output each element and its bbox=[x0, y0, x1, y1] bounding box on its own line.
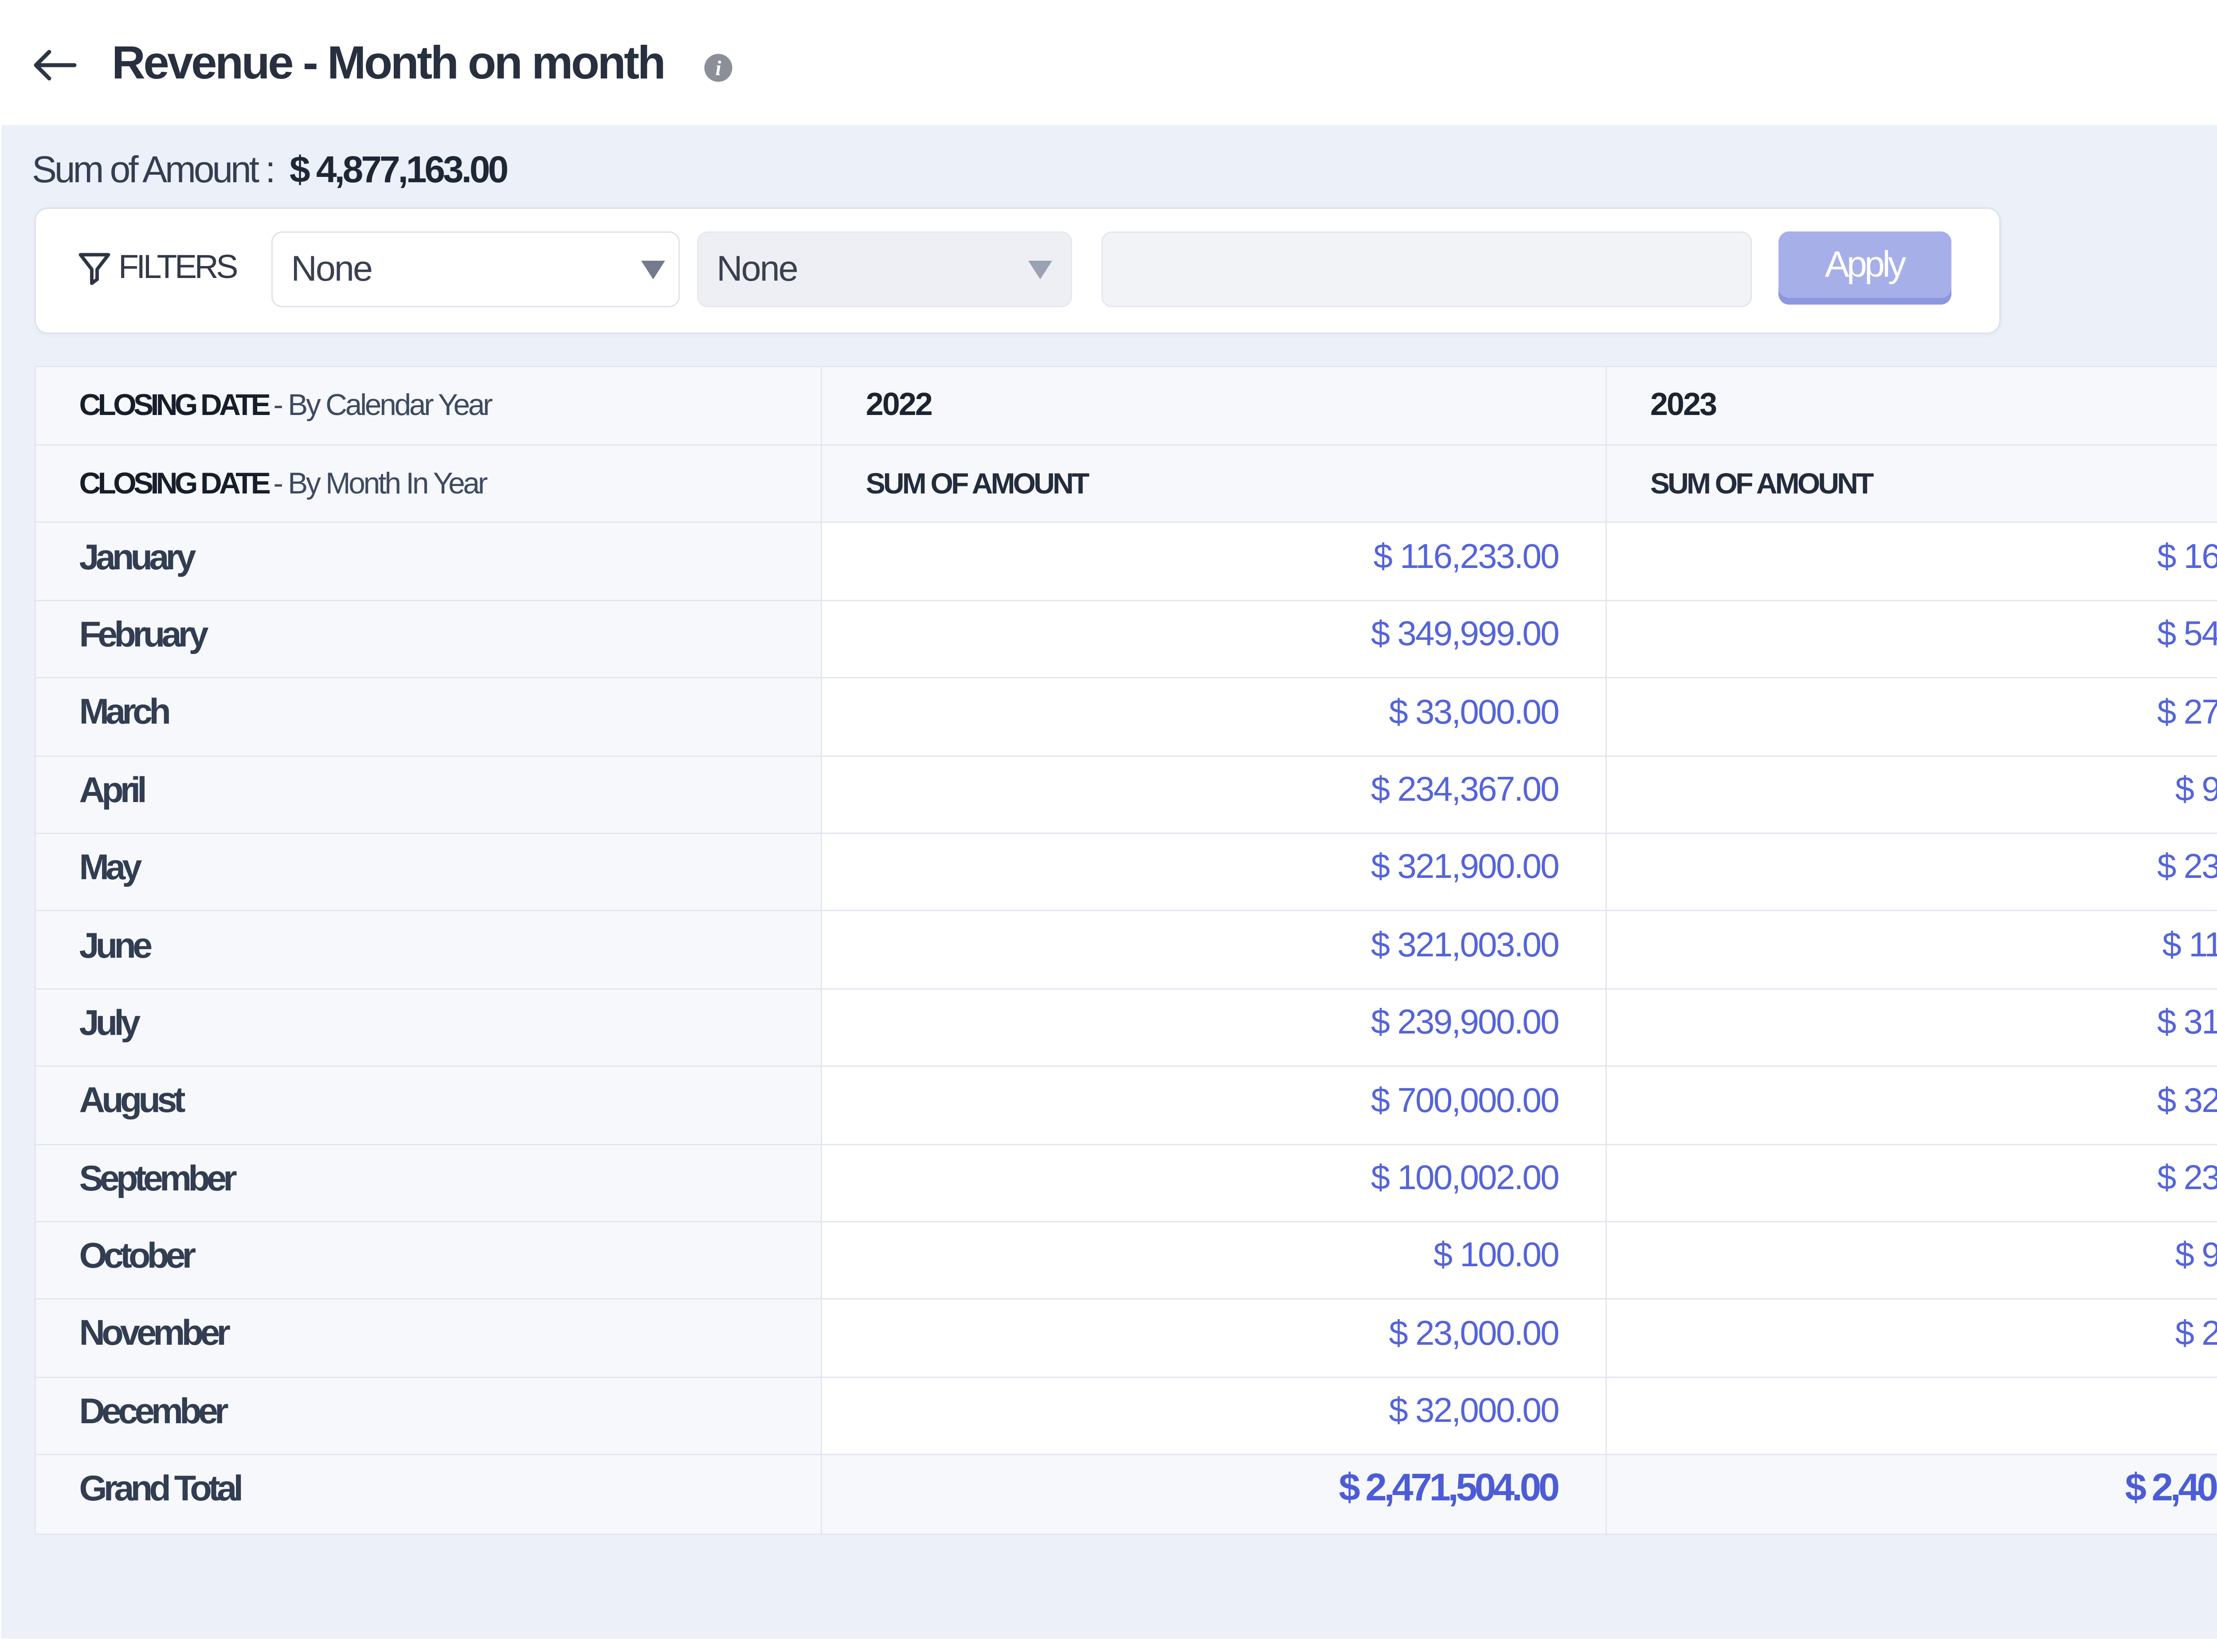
svg-text:i: i bbox=[715, 57, 721, 80]
